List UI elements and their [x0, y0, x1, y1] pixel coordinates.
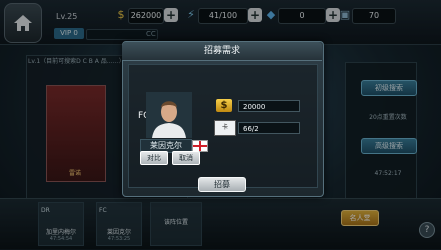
cancel-button[interactable]: 取消	[172, 151, 200, 165]
compare-button[interactable]: 对比	[140, 151, 168, 165]
dialog-title: 招募需求	[122, 42, 322, 61]
card-requirement: 66/2	[238, 122, 300, 134]
player-card-icon: 卡	[214, 120, 236, 136]
recruit-button[interactable]: 招募	[198, 177, 246, 192]
coin-icon: $	[216, 99, 232, 112]
coin-cost: 20000	[238, 100, 300, 112]
player-portrait	[146, 92, 192, 138]
